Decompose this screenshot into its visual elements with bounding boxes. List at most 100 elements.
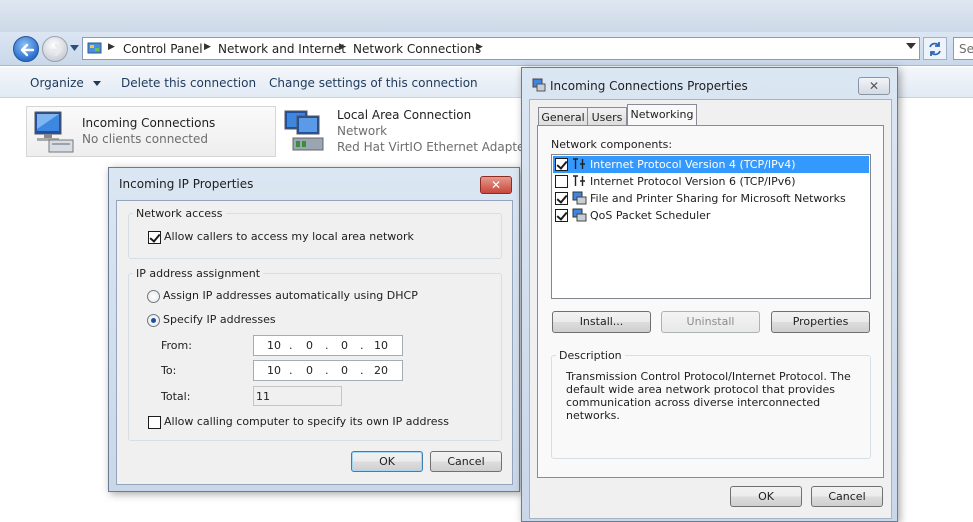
ip-dot: . [360,364,364,377]
ip-octet: 10 [374,339,388,352]
cancel-button[interactable]: Cancel [430,451,502,472]
tab-networking[interactable]: Networking [627,104,697,126]
description-label: Description [556,349,625,362]
recent-pages-dropdown-icon[interactable] [70,45,79,51]
ok-label: OK [758,490,774,503]
dialog-client-area: Network access Allow callers to access m… [116,200,513,485]
ip-octet: 0 [341,364,348,377]
network-icon [532,78,546,92]
install-label: Install... [579,315,624,328]
dhcp-radio[interactable] [147,290,160,303]
incoming-ip-properties-dialog: Incoming IP Properties ✕ Network access … [108,167,520,492]
breadcrumb-separator-icon: ▶ [476,42,483,52]
forward-button[interactable] [42,36,68,62]
description-text: Transmission Control Protocol/Internet P… [566,370,851,422]
ip-octet: 0 [306,339,313,352]
allow-own-ip-checkbox[interactable] [148,416,161,429]
tab-label: Users [591,111,623,124]
ip-dot: . [325,364,329,377]
specify-ip-radio[interactable] [147,314,160,327]
protocol-icon [573,175,585,186]
tab-users[interactable]: Users [587,107,627,126]
tab-label: General [541,111,585,124]
ip-dot: . [325,339,329,352]
tab-label: Networking [630,108,694,121]
breadcrumb-network-connections[interactable]: Network Connections [353,42,481,56]
cancel-label: Cancel [828,490,866,503]
ip-dot: . [289,339,293,352]
list-item-file-printer-sharing[interactable]: File and Printer Sharing for Microsoft N… [553,190,869,207]
component-label: Internet Protocol Version 6 (TCP/IPv6) [590,175,796,188]
cancel-button[interactable]: Cancel [811,486,883,507]
component-checkbox[interactable] [555,192,568,205]
properties-button[interactable]: Properties [771,311,870,333]
organize-menu[interactable]: Organize [30,76,101,90]
dialog-client-area: General Users Networking Network compone… [529,99,892,519]
connection-item-incoming[interactable]: Incoming Connections No clients connecte… [26,106,276,157]
control-panel-icon [87,42,102,54]
connection-adapter: Red Hat VirtIO Ethernet Adapter [337,140,530,154]
components-label: Network components: [551,138,673,151]
list-item-qos-scheduler[interactable]: QoS Packet Scheduler [553,207,869,224]
ip-octet: 20 [374,364,388,377]
close-icon: ✕ [868,79,880,93]
breadcrumb-control-panel[interactable]: Control Panel [123,42,203,56]
component-checkbox[interactable] [555,158,568,171]
to-ip-field[interactable]: 10 . 0 . 0 . 20 [253,360,403,381]
chevron-down-icon [92,81,101,86]
to-label: To: [161,364,177,377]
ip-octet: 10 [267,364,281,377]
component-checkbox[interactable] [555,209,568,222]
uninstall-button[interactable]: Uninstall [661,311,760,333]
breadcrumb-separator-icon: ▶ [108,42,115,52]
service-icon [572,191,587,205]
breadcrumb-separator-icon: ▶ [204,42,211,52]
from-label: From: [161,339,192,352]
list-item-ipv4[interactable]: Internet Protocol Version 4 (TCP/IPv4) [553,156,869,173]
dialog-title: Incoming IP Properties [119,177,254,191]
connection-item-local-area[interactable]: Local Area Connection Network Red Hat Vi… [283,106,529,157]
ok-button[interactable]: OK [351,451,423,472]
incoming-connection-icon [34,111,74,153]
network-access-label: Network access [133,207,226,220]
delete-connection-button[interactable]: Delete this connection [121,76,256,90]
ip-dot: . [360,339,364,352]
component-label: QoS Packet Scheduler [590,209,711,222]
forward-arrow-icon [48,43,63,57]
close-button[interactable]: ✕ [480,176,512,194]
total-value: 11 [256,390,270,403]
allow-callers-label[interactable]: Allow callers to access my local area ne… [164,230,414,243]
ok-button[interactable]: OK [730,486,802,507]
tab-general[interactable]: General [538,107,588,126]
ok-label: OK [379,455,395,468]
protocol-icon [573,158,585,169]
breadcrumb-network-and-internet[interactable]: Network and Internet [218,42,346,56]
allow-own-ip-label[interactable]: Allow calling computer to specify its ow… [164,415,449,428]
ip-octet: 10 [267,339,281,352]
refresh-button[interactable] [923,37,947,60]
list-item-ipv6[interactable]: Internet Protocol Version 6 (TCP/IPv6) [553,173,869,190]
dhcp-label[interactable]: Assign IP addresses automatically using … [163,289,418,302]
cancel-label: Cancel [447,455,485,468]
network-adapter-icon [284,110,324,151]
incoming-connections-properties-dialog: Incoming Connections Properties ✕ Genera… [521,67,898,522]
title-bar [0,0,973,32]
back-button[interactable] [13,36,39,62]
ip-dot: . [289,364,293,377]
component-label: File and Printer Sharing for Microsoft N… [590,192,846,205]
install-button[interactable]: Install... [552,311,651,333]
close-button[interactable]: ✕ [858,77,890,95]
connection-status: No clients connected [82,132,208,146]
components-list[interactable]: Internet Protocol Version 4 (TCP/IPv4) I… [551,154,871,299]
specify-ip-label[interactable]: Specify IP addresses [163,313,276,326]
address-dropdown-icon[interactable] [906,43,916,49]
uninstall-label: Uninstall [686,315,735,328]
allow-callers-checkbox[interactable] [148,231,161,244]
search-input[interactable]: Se [953,37,973,60]
component-checkbox[interactable] [555,175,568,188]
change-settings-button[interactable]: Change settings of this connection [269,76,478,90]
address-bar[interactable]: ▶ Control Panel ▶ Network and Internet ▶… [82,37,920,60]
from-ip-field[interactable]: 10 . 0 . 0 . 10 [253,335,403,356]
ip-octet: 0 [341,339,348,352]
ip-assignment-label: IP address assignment [133,267,264,280]
